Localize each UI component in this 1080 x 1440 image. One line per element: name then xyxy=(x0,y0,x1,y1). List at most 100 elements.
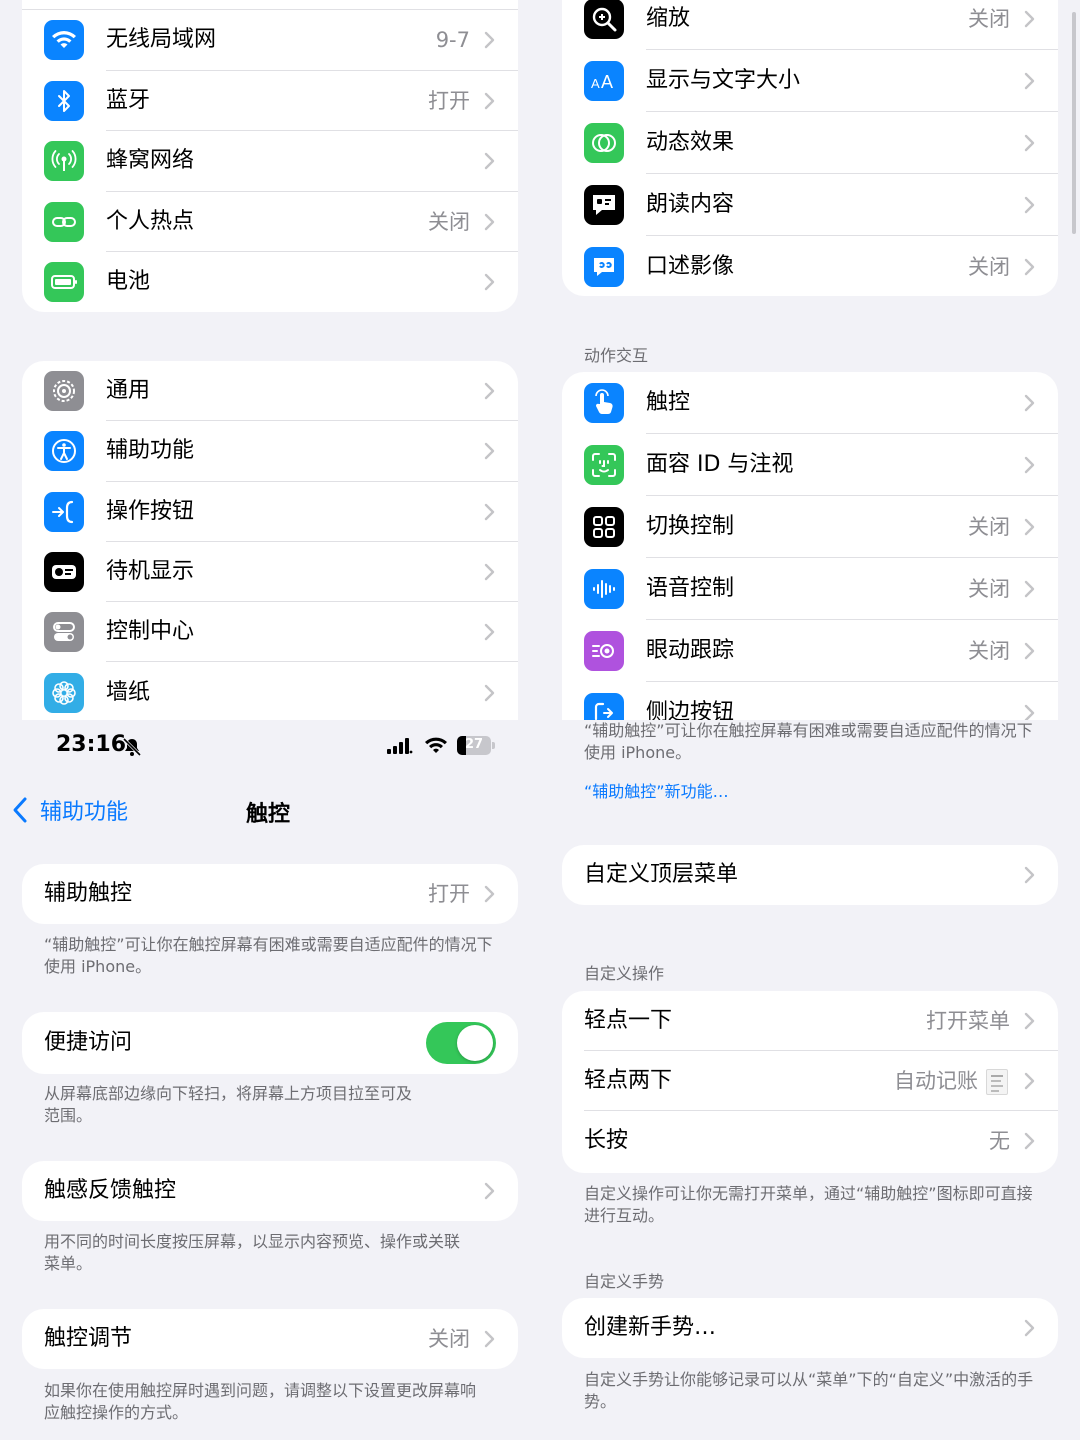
row-label: 蓝牙 xyxy=(106,87,151,113)
vision-row-4[interactable]: 朗读内容 xyxy=(562,174,1058,236)
nav-back-label: 辅助功能 xyxy=(40,800,129,825)
settings-row-3[interactable]: 蜂窝网络 xyxy=(22,131,518,192)
settings-row-2[interactable]: 蓝牙 打开 xyxy=(22,71,518,131)
single-tap-row[interactable]: 轻点一下 打开菜单 xyxy=(562,991,1058,1051)
cellular-signal-icon xyxy=(387,738,413,754)
row-label: 控制中心 xyxy=(106,619,195,645)
assistive-touch-label: 辅助触控 xyxy=(44,881,133,906)
assistive-touch-note: “辅助触控”可让你在触控屏幕有困难或需要自适应配件的情况下使用 iPhone。 xyxy=(44,935,493,976)
chevron-right-icon xyxy=(484,153,495,170)
row-value: 关闭 xyxy=(428,209,470,234)
haptic-touch-row[interactable]: 触感反馈触控 xyxy=(22,1161,518,1221)
settings-general-row-5[interactable]: 控制中心 xyxy=(22,602,518,663)
chevron-right-icon xyxy=(484,1330,495,1348)
chevron-right-icon xyxy=(1024,196,1035,214)
settings-row-5[interactable]: 电池 xyxy=(22,252,518,313)
chevron-right-icon xyxy=(1024,1132,1035,1150)
reachability-note: 从屏幕底部边缘向下轻扫，将屏幕上方项目拉至可及范围。 xyxy=(44,1084,413,1125)
settings-general-row-2[interactable]: 辅助功能 xyxy=(22,421,518,482)
physical-row-4[interactable]: 语音控制 关闭 xyxy=(562,558,1058,620)
create-gesture-row[interactable]: 创建新手势… xyxy=(562,1298,1058,1358)
scroll-indicator[interactable] xyxy=(1072,12,1076,234)
row-label: 无线局域网 xyxy=(106,27,217,52)
chevron-right-icon xyxy=(1024,134,1035,152)
settings-general-row-1[interactable]: 通用 xyxy=(22,361,518,422)
chevron-right-icon xyxy=(1024,394,1035,412)
touch-icon xyxy=(584,383,624,423)
settings-general-row-6[interactable]: 墙纸 xyxy=(22,663,518,721)
physical-row-1[interactable]: 触控 xyxy=(562,372,1058,434)
assistive-touch-row[interactable]: 辅助触控 打开 xyxy=(22,864,518,924)
top-right-panel: 缩放 关闭 A A 显示与文字大小 动态效果 朗读内容 口述影像 关闭 动作交互 触控 面容 ID… xyxy=(540,0,1080,720)
touch-accommodations-row[interactable]: 触控调节 关闭 xyxy=(22,1309,518,1369)
custom-actions-group: 轻点一下 打开菜单 轻点两下 自动记账 长按 无 xyxy=(562,991,1058,1173)
long-press-label: 长按 xyxy=(584,1128,629,1153)
row-value: 关闭 xyxy=(968,639,1010,663)
wallpaper-icon xyxy=(44,672,84,713)
hotspot-icon xyxy=(44,201,84,242)
chevron-right-icon xyxy=(1024,704,1035,720)
settings-row-4[interactable]: 个人热点 关闭 xyxy=(22,192,518,252)
battery-icon xyxy=(44,262,84,303)
custom-top-menu-row[interactable]: 自定义顶层菜单 xyxy=(562,845,1058,905)
chevron-right-icon xyxy=(484,92,495,109)
row-value: 关闭 xyxy=(968,515,1010,539)
top-left-panel: 无线局域网 9-7 蓝牙 打开蜂窝网络个人热点 关闭电池 通用辅助功能操作按钮待机显示控… xyxy=(0,0,540,720)
whats-new-link[interactable]: “辅助触控”新功能… xyxy=(584,778,729,802)
chevron-right-icon xyxy=(1024,72,1035,90)
chevron-right-icon xyxy=(1024,10,1035,28)
nav-back-button[interactable]: 辅助功能 xyxy=(12,792,128,828)
text-size-icon: AA xyxy=(584,61,624,101)
custom-actions-note: 自定义操作可让你无需打开菜单，通过“辅助触控”图标即可直接进行互动。 xyxy=(584,1184,1033,1225)
row-label: 通用 xyxy=(106,378,151,403)
vision-row-3[interactable]: 动态效果 xyxy=(562,112,1058,174)
assistive-touch-note-top: “辅助触控”可让你在触控屏幕有困难或需要自适应配件的情况下使用 iPhone。 xyxy=(584,721,1033,762)
settings-row-1[interactable]: 无线局域网 9-7 xyxy=(22,10,518,71)
chevron-right-icon xyxy=(484,443,495,460)
wifi-icon xyxy=(44,20,84,61)
settings-general-row-3[interactable]: 操作按钮 xyxy=(22,482,518,542)
physical-row-3[interactable]: 切换控制 关闭 xyxy=(562,496,1058,558)
double-tap-row[interactable]: 轻点两下 自动记账 xyxy=(562,1051,1058,1111)
physical-row-2[interactable]: 面容 ID 与注视 xyxy=(562,434,1058,496)
vision-row-1[interactable]: 缩放 关闭 xyxy=(562,0,1058,50)
row-label: 触控 xyxy=(646,390,691,415)
spoken-content-icon xyxy=(584,185,624,225)
audio-description-icon xyxy=(584,247,624,287)
create-gesture-label: 创建新手势… xyxy=(584,1315,717,1340)
bottom-right-panel: “辅助触控”可让你在触控屏幕有困难或需要自适应配件的情况下使用 iPhone。 … xyxy=(540,720,1080,1440)
motion-icon xyxy=(584,123,624,163)
row-label: 蜂窝网络 xyxy=(106,148,195,173)
haptic-touch-group: 触感反馈触控 xyxy=(22,1161,518,1221)
svg-text:A: A xyxy=(601,72,613,92)
chevron-right-icon xyxy=(1024,258,1035,276)
control-center-icon xyxy=(44,612,84,653)
row-value: 9-7 xyxy=(435,28,470,52)
custom-gestures-group: 创建新手势… xyxy=(562,1298,1058,1358)
row-label: 侧边按钮 xyxy=(646,700,735,720)
row-label: 电池 xyxy=(106,269,151,294)
silent-bell-icon xyxy=(122,737,142,757)
row-label: 朗读内容 xyxy=(646,192,735,217)
long-press-value: 无 xyxy=(989,1129,1010,1153)
reachability-toggle[interactable] xyxy=(426,1022,496,1064)
bottom-left-panel: 23:16 27 辅助功能 触控 辅助触控 打开 “辅助触控”可让你在触控屏幕有… xyxy=(0,720,540,1440)
physical-row-6[interactable]: 侧边按钮 xyxy=(562,682,1058,720)
haptic-touch-label: 触感反馈触控 xyxy=(44,1178,177,1203)
assistive-touch-group: 辅助触控 打开 xyxy=(22,864,518,924)
row-label: 口述影像 xyxy=(646,254,735,279)
chevron-right-icon xyxy=(484,684,495,701)
long-press-row[interactable]: 长按 无 xyxy=(562,1111,1058,1171)
reachability-row: 便捷访问 xyxy=(22,1012,518,1074)
physical-row-5[interactable]: 眼动跟踪 关闭 xyxy=(562,620,1058,682)
toggle-knob xyxy=(457,1025,493,1061)
custom-gestures-note: 自定义手势让你能够记录可以从“菜单”下的“自定义”中激活的手势。 xyxy=(584,1370,1034,1411)
custom-top-menu-group: 自定义顶层菜单 xyxy=(562,845,1058,905)
vision-row-2[interactable]: A A 显示与文字大小 xyxy=(562,50,1058,112)
svg-text:A: A xyxy=(591,76,600,91)
row-label: 操作按钮 xyxy=(106,498,195,524)
row-label: 个人热点 xyxy=(106,208,195,234)
cellular-icon xyxy=(44,141,84,182)
vision-row-5[interactable]: 口述影像 关闭 xyxy=(562,236,1058,298)
settings-general-row-4[interactable]: 待机显示 xyxy=(22,542,518,603)
